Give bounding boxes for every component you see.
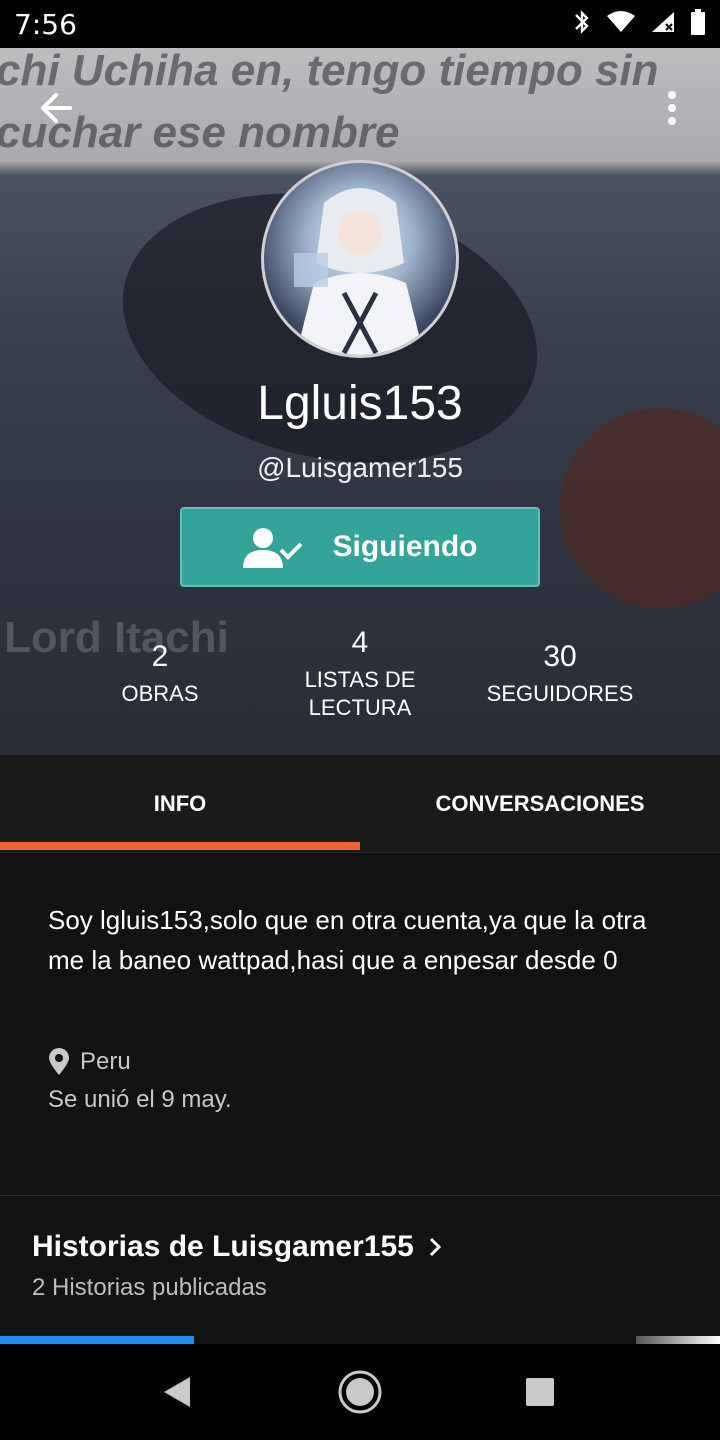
system-nav-bar: [0, 1344, 720, 1440]
home-circle-icon: [338, 1370, 382, 1414]
joined-date: Se unió el 9 may.: [48, 1086, 232, 1113]
location-text: Peru: [80, 1048, 131, 1075]
stat-works-value: 2: [151, 640, 169, 673]
display-name: Lgluis153: [257, 377, 463, 430]
stories-section-header[interactable]: Historias de Luisgamer155: [32, 1230, 442, 1264]
back-button[interactable]: [28, 80, 84, 136]
stat-works[interactable]: 2 OBRAS: [80, 640, 240, 708]
story-cover-strip: [636, 1336, 720, 1344]
story-cover-strip: [0, 1336, 194, 1344]
wifi-icon: [606, 10, 636, 39]
avatar-illustration: [294, 188, 424, 355]
location-pin-icon: [49, 1048, 69, 1075]
cover-shape: [560, 408, 720, 608]
back-arrow-icon: [41, 93, 72, 123]
signal-icon: [650, 10, 676, 39]
divider: [0, 1195, 720, 1196]
stat-reading-lists[interactable]: 4 LISTAS DE LECTURA: [270, 626, 450, 722]
user-check-icon: [242, 528, 302, 568]
battery-icon: [690, 8, 706, 41]
nav-home-button[interactable]: [336, 1368, 384, 1416]
stat-followers-label: SEGUIDORES: [486, 681, 634, 706]
following-button[interactable]: Siguiendo: [180, 507, 540, 587]
username: @Luisgamer155: [257, 452, 463, 483]
nav-back-button[interactable]: [154, 1368, 202, 1416]
active-tab-indicator: [0, 842, 360, 850]
more-options-button[interactable]: [644, 80, 700, 136]
following-button-label: Siguiendo: [332, 530, 478, 563]
bluetooth-icon: [572, 8, 592, 41]
nav-recents-button[interactable]: [516, 1368, 564, 1416]
cover-text: chi Uchiha en, tengo tiempo sin cuchar e…: [0, 48, 659, 157]
stat-reading-lists-label: LISTAS DE LECTURA: [304, 667, 416, 720]
avatar[interactable]: [261, 160, 459, 358]
profile-bio: Soy lgluis153,solo que en otra cuenta,ya…: [48, 905, 647, 975]
square-recents-icon: [526, 1378, 554, 1406]
stat-followers-value: 30: [543, 640, 577, 673]
chevron-right-icon: [429, 1237, 441, 1257]
stat-works-label: OBRAS: [121, 681, 199, 706]
stat-followers[interactable]: 30 SEGUIDORES: [470, 640, 650, 708]
tab-info[interactable]: INFO: [0, 755, 360, 852]
stat-reading-lists-value: 4: [351, 626, 369, 659]
triangle-back-icon: [164, 1377, 190, 1407]
stories-count: 2 Historias publicadas: [32, 1274, 267, 1301]
profile-location: Peru: [48, 1048, 131, 1076]
profile-tabs: INFO CONVERSACIONES: [0, 755, 720, 853]
status-bar: 7:56: [0, 0, 720, 48]
status-time: 7:56: [14, 7, 77, 41]
stories-title: Historias de Luisgamer155: [32, 1230, 414, 1263]
tab-conversations[interactable]: CONVERSACIONES: [360, 755, 720, 852]
more-vert-icon: [668, 91, 676, 125]
status-icons: [572, 8, 706, 41]
